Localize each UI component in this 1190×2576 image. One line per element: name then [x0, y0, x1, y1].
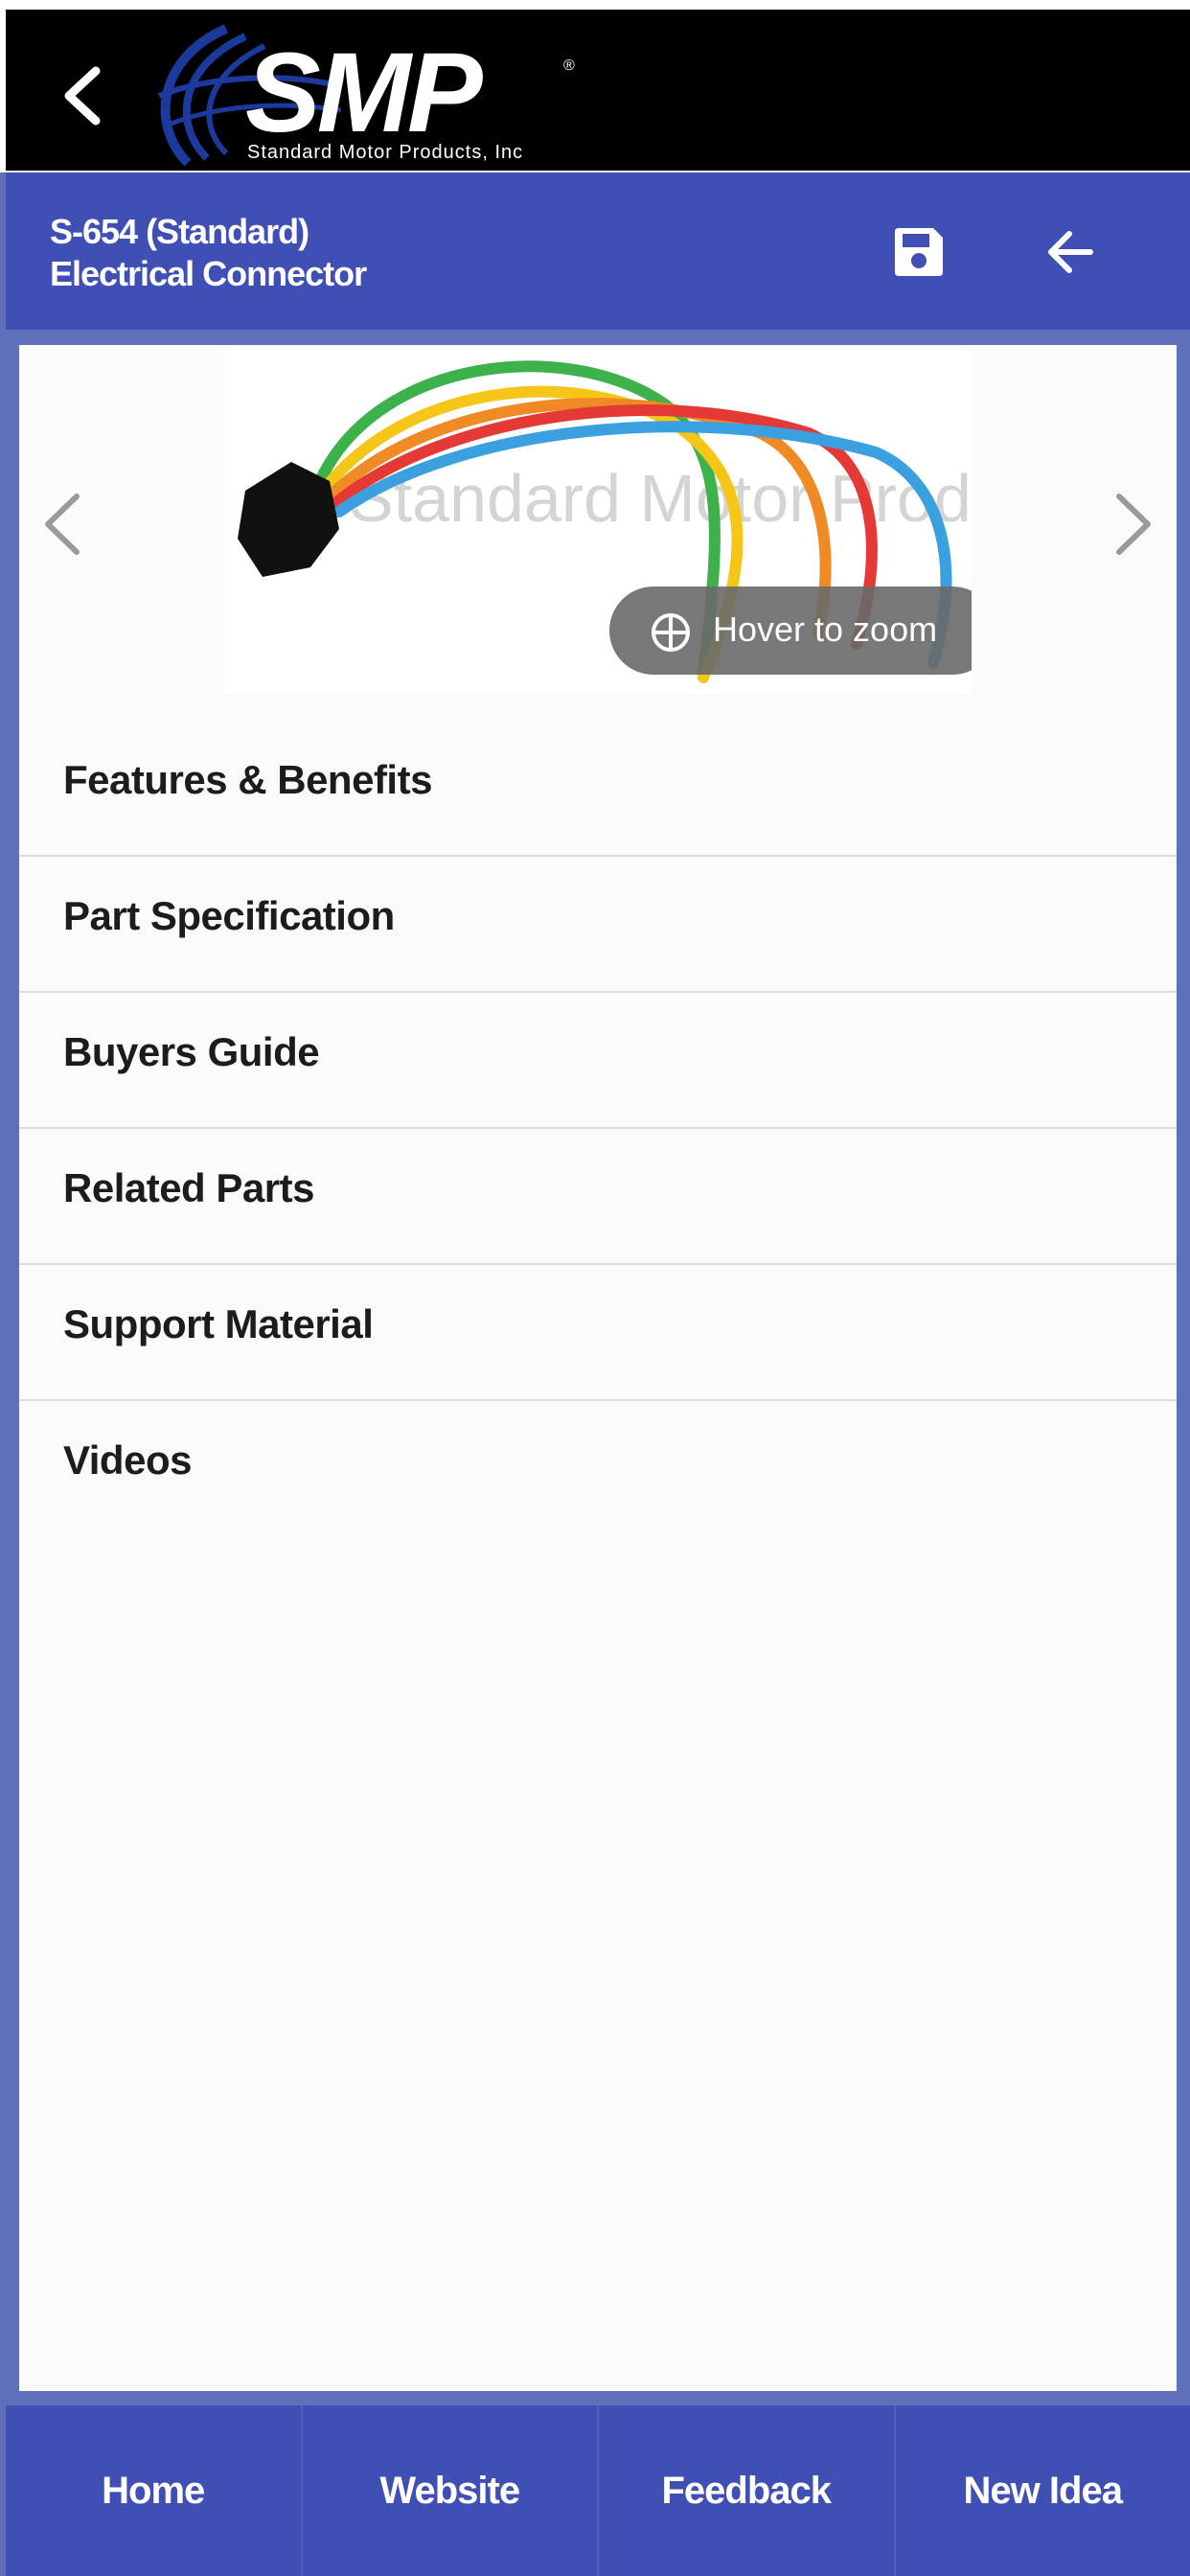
arrow-left-icon[interactable]: [1042, 224, 1098, 280]
carousel-next-icon[interactable]: [1111, 491, 1156, 558]
main-content: Standard Motor Prod Hover to zoom Featur…: [19, 345, 1177, 2391]
tab-feedback[interactable]: Feedback: [599, 2405, 896, 2576]
menu-item-videos[interactable]: Videos: [19, 1401, 1177, 1537]
menu-item-label: Support Material: [63, 1301, 374, 1346]
logo-subtitle: Standard Motor Products, Inc: [247, 142, 524, 163]
logo-wordmark: SMP: [245, 30, 483, 156]
product-image-carousel: Standard Motor Prod Hover to zoom: [19, 345, 1177, 702]
menu-item-buyers-guide[interactable]: Buyers Guide: [19, 993, 1177, 1129]
logo-registered-mark: ®: [563, 58, 575, 74]
tab-label: Website: [379, 2469, 520, 2512]
part-title: S-654 (Standard) Electrical Connector: [50, 211, 367, 295]
tab-label: Home: [102, 2469, 205, 2512]
chevron-left-icon[interactable]: [56, 65, 109, 126]
product-image[interactable]: Standard Motor Prod Hover to zoom: [224, 347, 972, 694]
menu-item-support-material[interactable]: Support Material: [19, 1265, 1177, 1401]
tab-label: Feedback: [661, 2469, 832, 2512]
save-icon[interactable]: [889, 222, 949, 282]
carousel-prev-icon[interactable]: [40, 491, 84, 558]
menu-item-label: Features & Benefits: [63, 757, 432, 802]
connector-housing: [238, 462, 339, 577]
menu-item-related-parts[interactable]: Related Parts: [19, 1129, 1177, 1265]
tab-new-idea[interactable]: New Idea: [896, 2405, 1190, 2576]
crosshair-icon: [652, 613, 690, 652]
menu-item-label: Videos: [63, 1438, 192, 1483]
tab-label: New Idea: [963, 2469, 1123, 2512]
bottom-navigation: Home Website Feedback New Idea: [6, 2405, 1190, 2576]
part-details-menu: Features & Benefits Part Specification B…: [19, 721, 1177, 1537]
tab-home[interactable]: Home: [6, 2405, 303, 2576]
part-number: S-654 (Standard): [50, 212, 309, 251]
menu-item-part-specification[interactable]: Part Specification: [19, 857, 1177, 993]
part-header: S-654 (Standard) Electrical Connector: [6, 172, 1190, 330]
app-top-bar: SMP ® Standard Motor Products, Inc: [0, 0, 1190, 172]
menu-item-label: Buyers Guide: [63, 1029, 320, 1074]
tab-website[interactable]: Website: [303, 2405, 599, 2576]
part-description: Electrical Connector: [50, 254, 367, 293]
menu-item-label: Related Parts: [63, 1165, 314, 1210]
smp-logo: SMP ® Standard Motor Products, Inc: [149, 19, 590, 172]
menu-item-features-benefits[interactable]: Features & Benefits: [19, 721, 1177, 857]
zoom-label: Hover to zoom: [713, 610, 938, 649]
logo-bar: SMP ® Standard Motor Products, Inc: [6, 10, 1190, 171]
menu-item-label: Part Specification: [63, 893, 395, 938]
hover-to-zoom-button[interactable]: Hover to zoom: [609, 586, 972, 675]
